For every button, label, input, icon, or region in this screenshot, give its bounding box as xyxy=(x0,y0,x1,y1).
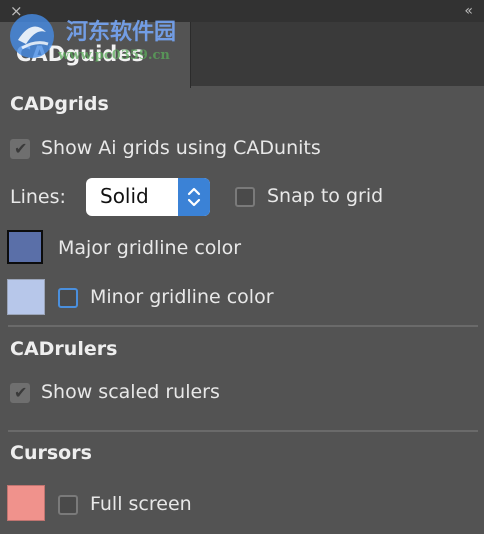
full-screen-checkbox[interactable] xyxy=(58,495,78,515)
cursor-color-swatch[interactable] xyxy=(7,485,45,521)
watermark-text: 河东软件园 xyxy=(66,19,177,45)
minor-gridline-color-swatch[interactable] xyxy=(7,279,45,315)
section-title-cadgrids: CADgrids xyxy=(10,93,109,115)
snap-to-grid-label: Snap to grid xyxy=(267,185,384,207)
section-divider xyxy=(8,325,478,327)
section-title-cadrulers: CADrulers xyxy=(10,338,118,360)
show-grids-label: Show Ai grids using CADunits xyxy=(41,137,321,159)
major-gridline-label: Major gridline color xyxy=(58,237,242,259)
select-arrows-icon[interactable] xyxy=(178,178,210,216)
full-screen-label: Full screen xyxy=(90,493,192,515)
show-scaled-rulers-label: Show scaled rulers xyxy=(41,381,220,403)
watermark-logo-icon xyxy=(10,14,54,58)
minor-gridline-label: Minor gridline color xyxy=(90,286,274,308)
lines-select[interactable]: Solid xyxy=(86,178,210,216)
show-scaled-rulers-checkbox[interactable] xyxy=(10,383,30,403)
show-grids-checkbox[interactable] xyxy=(10,139,30,159)
section-divider xyxy=(8,430,478,432)
snap-to-grid-checkbox[interactable] xyxy=(235,187,255,207)
watermark-url: www.pc0359.cn xyxy=(58,48,170,63)
section-title-cursors: Cursors xyxy=(10,442,92,464)
collapse-panel-icon[interactable]: « xyxy=(464,3,472,19)
lines-select-value: Solid xyxy=(100,184,149,208)
lines-label: Lines: xyxy=(10,186,66,208)
major-gridline-color-swatch[interactable] xyxy=(7,230,43,264)
minor-gridline-checkbox[interactable] xyxy=(58,288,78,308)
